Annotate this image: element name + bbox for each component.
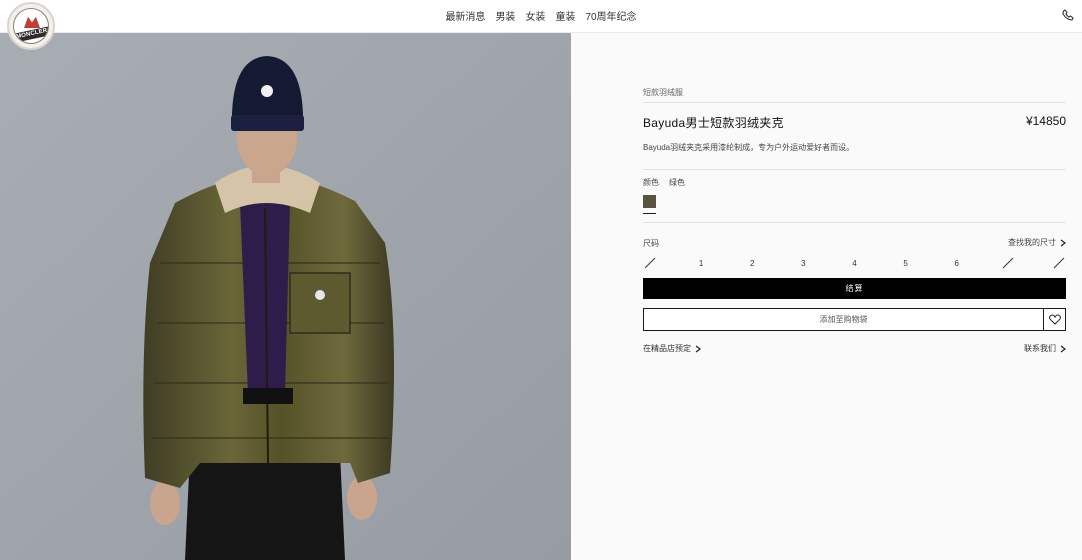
size-option[interactable]: 5 (899, 256, 913, 270)
divider (643, 222, 1066, 223)
chevron-right-icon (1060, 239, 1066, 246)
reserve-in-boutique-label: 在精品店预定 (643, 344, 691, 353)
size-option[interactable]: 6 (950, 256, 964, 270)
color-label: 颜色 (643, 178, 659, 187)
wishlist-button[interactable] (1043, 309, 1065, 330)
divider (643, 169, 1066, 170)
size-label: 尺码 (643, 239, 659, 248)
add-to-bag-label: 添加至购物袋 (819, 315, 868, 324)
color-value: 绿色 (669, 178, 685, 187)
nav-item-news[interactable]: 最新消息 (445, 6, 485, 25)
add-to-bag-button[interactable]: 添加至购物袋 (643, 308, 1066, 331)
divider (643, 102, 1066, 103)
size-option[interactable]: 2 (745, 256, 759, 270)
size-guide-label: 查找我的尺寸 (1008, 238, 1056, 247)
slash-icon (644, 257, 656, 269)
contact-us-label: 联系我们 (1024, 344, 1056, 353)
nav-item-kids[interactable]: 童装 (555, 6, 575, 25)
color-swatch-green[interactable] (643, 195, 656, 208)
size-option[interactable]: 1 (694, 256, 708, 270)
size-option[interactable]: 4 (848, 256, 862, 270)
contact-us-link[interactable]: 联系我们 (1024, 343, 1066, 354)
product-image (0, 33, 571, 560)
reserve-in-boutique-link[interactable]: 在精品店预定 (643, 343, 701, 354)
main-nav: 最新消息 男装 女装 童装 70周年纪念 (0, 0, 1082, 30)
size-option-unavailable[interactable] (1001, 256, 1015, 270)
product-title: Bayuda男士短款羽绒夹克 (643, 116, 784, 130)
product-price: ¥14850 (1025, 114, 1066, 128)
checkout-button[interactable]: 结算 (643, 278, 1066, 299)
nav-item-70th[interactable]: 70周年纪念 (585, 6, 636, 25)
chevron-right-icon (695, 345, 701, 352)
top-header: MONCLER 最新消息 男装 女装 童装 70周年纪念 (0, 0, 1082, 50)
heart-icon (1048, 314, 1061, 325)
size-option[interactable]: 3 (796, 256, 810, 270)
slash-icon (1002, 257, 1014, 269)
slash-icon (1053, 257, 1065, 269)
size-options: 1 2 3 4 5 6 (643, 255, 1066, 271)
product-description: Bayuda羽绒夹克采用漆纶制成，专为户外运动爱好者而设。 (643, 143, 855, 152)
size-option-unavailable[interactable] (1052, 256, 1066, 270)
chevron-right-icon (1060, 345, 1066, 352)
swatch-selected-indicator (643, 213, 656, 214)
nav-item-women[interactable]: 女装 (525, 6, 545, 25)
size-option-unavailable[interactable] (643, 256, 657, 270)
breadcrumb[interactable]: 短款羽绒服 (643, 87, 1066, 98)
model-wearing-jacket-illustration (0, 33, 571, 560)
nav-item-men[interactable]: 男装 (495, 6, 515, 25)
phone-icon[interactable] (1062, 9, 1074, 21)
product-details-panel: 短款羽绒服 Bayuda男士短款羽绒夹克 ¥14850 Bayuda羽绒夹克采用… (571, 33, 1082, 560)
color-selector-label: 颜色 绿色 (643, 177, 1066, 188)
size-guide-link[interactable]: 查找我的尺寸 (1008, 237, 1066, 248)
